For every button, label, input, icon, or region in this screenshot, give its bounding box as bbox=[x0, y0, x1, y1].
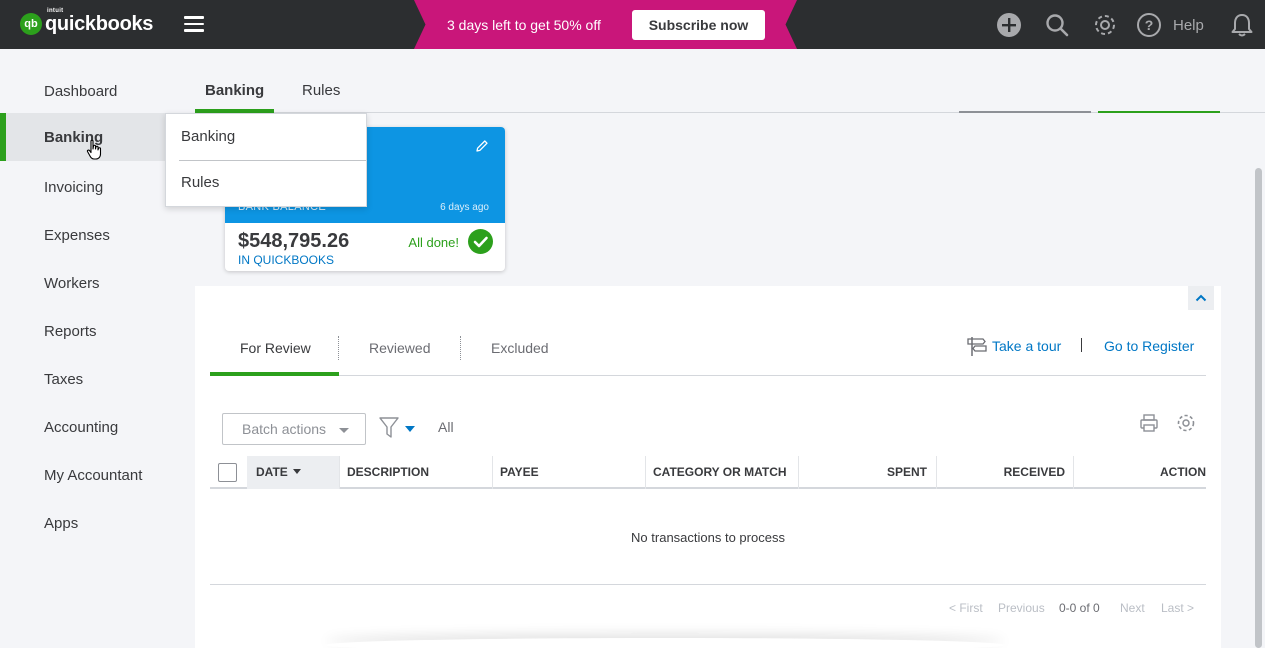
tab-for-review[interactable]: For Review bbox=[240, 340, 311, 356]
sidebar-item-accounting[interactable]: Accounting bbox=[0, 403, 195, 451]
collapse-button[interactable] bbox=[1188, 286, 1214, 310]
sidebar-item-workers[interactable]: Workers bbox=[0, 259, 195, 307]
quickbooks-logo[interactable]: qb intuit quickbooks bbox=[20, 8, 154, 37]
footer-shadow bbox=[325, 638, 1005, 648]
tabs-baseline bbox=[210, 375, 1206, 376]
take-a-tour-label: Take a tour bbox=[992, 338, 1062, 354]
flyout-divider bbox=[179, 160, 366, 161]
help-icon[interactable]: ? bbox=[1136, 12, 1162, 38]
column-payee[interactable]: PAYEE bbox=[500, 456, 539, 487]
pager-next[interactable]: Next bbox=[1120, 601, 1145, 615]
link-separator bbox=[1081, 338, 1082, 352]
top-bar: qb intuit quickbooks 3 days left to get … bbox=[0, 0, 1265, 49]
signpost-icon bbox=[967, 337, 987, 356]
qb-balance: $548,795.26 bbox=[238, 230, 350, 252]
column-date-label: DATE bbox=[256, 464, 288, 479]
pager-first[interactable]: < First bbox=[949, 601, 983, 615]
bell-icon[interactable] bbox=[1229, 12, 1255, 38]
add-account-button-edge[interactable] bbox=[1098, 111, 1220, 113]
in-quickbooks-label: IN QUICKBOOKS bbox=[238, 253, 335, 267]
pager-count: 0-0 of 0 bbox=[1059, 601, 1100, 615]
status-text: All done! bbox=[408, 235, 459, 250]
subscribe-now-button[interactable]: Subscribe now bbox=[632, 10, 765, 40]
tab-banking[interactable]: Banking bbox=[195, 82, 275, 113]
transactions-table-header: DATE DESCRIPTION PAYEE CATEGORY OR MATCH… bbox=[210, 456, 1206, 489]
logo-text: quickbooks bbox=[45, 12, 154, 35]
column-separator bbox=[645, 456, 646, 489]
plus-icon[interactable] bbox=[996, 12, 1022, 38]
gear-icon[interactable] bbox=[1092, 12, 1118, 38]
hamburger-menu-icon[interactable] bbox=[184, 16, 204, 32]
column-separator bbox=[1073, 456, 1074, 489]
select-all-checkbox[interactable] bbox=[218, 463, 237, 482]
promo-banner: 3 days left to get 50% off Subscribe now bbox=[414, 0, 797, 49]
filter-icon[interactable] bbox=[379, 417, 419, 439]
logo-intuit-text: intuit bbox=[47, 7, 64, 14]
pager-last[interactable]: Last > bbox=[1161, 601, 1194, 615]
pencil-icon[interactable] bbox=[475, 139, 489, 153]
column-spent[interactable]: SPENT bbox=[806, 456, 927, 487]
pager-previous[interactable]: Previous bbox=[998, 601, 1045, 615]
flyout-item-rules[interactable]: Rules bbox=[181, 174, 219, 191]
column-separator bbox=[798, 456, 799, 489]
table-bottom-border bbox=[210, 584, 1206, 585]
sidebar-item-reports[interactable]: Reports bbox=[0, 307, 195, 355]
empty-table-message: No transactions to process bbox=[631, 530, 785, 545]
go-to-register-link[interactable]: Go to Register bbox=[1104, 338, 1194, 354]
table-settings-gear-icon[interactable] bbox=[1176, 413, 1196, 433]
tab-excluded[interactable]: Excluded bbox=[491, 340, 549, 356]
tab-separator bbox=[460, 336, 461, 360]
tab-banking-label: Banking bbox=[205, 82, 265, 99]
transactions-panel: For Review Reviewed Excluded Take a tour… bbox=[195, 286, 1221, 648]
sidebar-item-dashboard[interactable]: Dashboard bbox=[0, 67, 195, 115]
update-button-edge[interactable] bbox=[959, 111, 1091, 113]
flyout-item-banking[interactable]: Banking bbox=[181, 128, 235, 145]
sidebar-item-my-accountant[interactable]: My Accountant bbox=[0, 451, 195, 499]
hand-cursor-icon bbox=[86, 139, 102, 160]
filter-value: All bbox=[438, 419, 454, 435]
tab-active-indicator bbox=[210, 372, 339, 376]
column-action: ACTION bbox=[1160, 464, 1206, 479]
column-description[interactable]: DESCRIPTION bbox=[347, 456, 429, 487]
column-date[interactable]: DATE bbox=[256, 456, 301, 487]
scroll-thumb[interactable] bbox=[1255, 168, 1262, 648]
tab-rules[interactable]: Rules bbox=[302, 82, 340, 99]
print-icon[interactable] bbox=[1139, 413, 1159, 433]
column-separator bbox=[936, 456, 937, 489]
caret-down-icon bbox=[339, 428, 349, 433]
column-category-or-match[interactable]: CATEGORY OR MATCH bbox=[653, 456, 787, 487]
banking-flyout-menu: Banking Rules bbox=[165, 113, 367, 207]
search-icon[interactable] bbox=[1044, 12, 1070, 38]
sidebar-item-apps[interactable]: Apps bbox=[0, 499, 195, 547]
promo-text: 3 days left to get 50% off bbox=[447, 17, 601, 33]
take-a-tour-link[interactable]: Take a tour bbox=[966, 334, 1061, 358]
svg-text:?: ? bbox=[1145, 17, 1154, 33]
help-label[interactable]: Help bbox=[1173, 17, 1204, 34]
batch-actions-dropdown[interactable]: Batch actions bbox=[222, 413, 366, 445]
column-separator bbox=[339, 456, 340, 489]
column-separator bbox=[492, 456, 493, 489]
check-circle-icon bbox=[468, 229, 493, 254]
banking-tabs: Banking Rules bbox=[195, 49, 1265, 113]
sidebar-item-taxes[interactable]: Taxes bbox=[0, 355, 195, 403]
chevron-up-icon bbox=[1195, 294, 1207, 302]
column-received[interactable]: RECEIVED bbox=[944, 456, 1065, 487]
tab-separator bbox=[338, 336, 339, 360]
last-updated: 6 days ago bbox=[440, 202, 489, 213]
sort-down-icon bbox=[292, 469, 301, 474]
page-scrollbar[interactable] bbox=[1252, 113, 1265, 648]
qb-logo-icon: qb bbox=[20, 13, 42, 35]
logo-wordmark: intuit quickbooks bbox=[45, 8, 154, 36]
tab-reviewed[interactable]: Reviewed bbox=[369, 340, 430, 356]
sidebar-item-expenses[interactable]: Expenses bbox=[0, 211, 195, 259]
batch-actions-label: Batch actions bbox=[242, 421, 327, 437]
